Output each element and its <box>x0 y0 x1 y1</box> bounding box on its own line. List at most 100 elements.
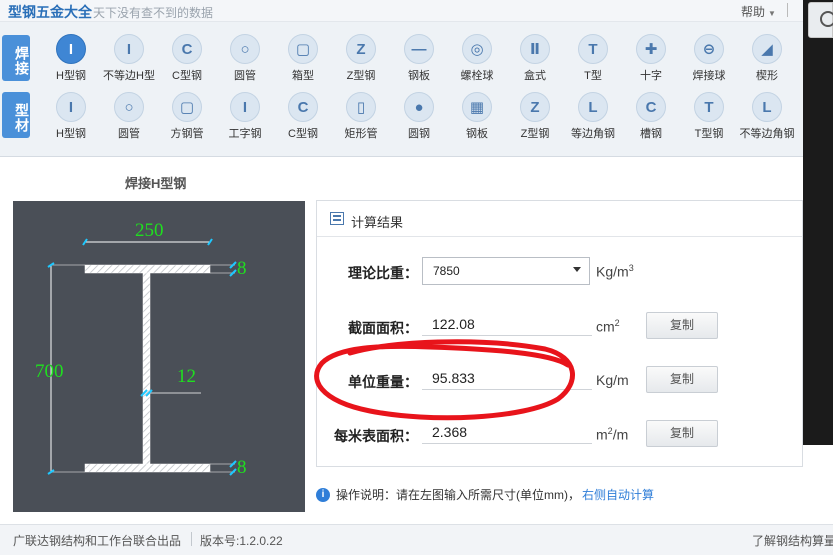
box-section-icon: ▢ <box>288 34 318 64</box>
top-flange-value[interactable]: 8 <box>237 258 247 279</box>
h-beam-icon: I <box>56 92 86 122</box>
welded-tool-4[interactable]: ○ 圆管 <box>216 34 274 84</box>
surface-unit: m2/m <box>596 426 629 443</box>
tool-label: 盒式 <box>524 70 546 82</box>
weight-label: 单位重量： <box>348 374 418 390</box>
profile-tool-13[interactable]: L 不等边角钢 <box>738 92 796 142</box>
version-text: 版本号:1.2.0.22 <box>200 534 283 548</box>
tool-label: 钢板 <box>466 128 488 140</box>
channel-icon: C <box>636 92 666 122</box>
profile-tool-7[interactable]: ● 圆钢 <box>390 92 448 142</box>
profile-tool-3[interactable]: ▢ 方钢管 <box>158 92 216 142</box>
i-beam-icon: I <box>230 92 260 122</box>
tool-label: 螺栓球 <box>460 70 494 82</box>
equal-angle-icon: L <box>578 92 608 122</box>
profile-tool-10[interactable]: L 等边角钢 <box>564 92 622 142</box>
welded-tool-13[interactable]: ◢ 楔形 <box>738 34 796 84</box>
tool-label: Z型钢 <box>520 128 550 140</box>
density-label: 理论比重： <box>348 265 418 281</box>
tool-label: 楔形 <box>756 70 778 82</box>
window-control[interactable] <box>787 3 801 17</box>
bottom-flange <box>84 463 211 473</box>
note-text: 操作说明：请在左图输入所需尺寸(单位mm)， <box>336 488 580 502</box>
welded-tool-5[interactable]: ▢ 箱型 <box>274 34 332 84</box>
square-tube-icon: ▢ <box>172 92 202 122</box>
width-value[interactable]: 250 <box>135 220 164 241</box>
profile-tool-8[interactable]: ▦ 钢板 <box>448 92 506 142</box>
tool-label: 圆钢 <box>408 128 430 140</box>
welded-tool-12[interactable]: ⊖ 焊接球 <box>680 34 738 84</box>
surface-label: 每米表面积： <box>334 428 418 444</box>
density-select-value: 7850 <box>433 264 460 278</box>
box-type-icon: Ⅱ <box>520 34 550 64</box>
welded-tool-9[interactable]: Ⅱ 盒式 <box>506 34 564 84</box>
tool-label: 箱型 <box>292 70 314 82</box>
welded-tool-10[interactable]: T T型 <box>564 34 622 84</box>
section-title: 焊接H型钢 <box>125 176 187 191</box>
app-title: 型钢五金大全 <box>8 4 92 20</box>
copy-weight-button[interactable]: 复制 <box>646 366 718 393</box>
profile-tool-1[interactable]: I H型钢 <box>42 92 100 142</box>
welded-ball-icon: ⊖ <box>694 34 724 64</box>
chevron-down-icon: ▼ <box>768 9 776 18</box>
profile-tool-6[interactable]: ▯ 矩形管 <box>332 92 390 142</box>
welded-tool-3[interactable]: C C型钢 <box>158 34 216 84</box>
info-icon: i <box>316 487 330 502</box>
height-value[interactable]: 700 <box>35 361 64 382</box>
profile-tool-5[interactable]: C C型钢 <box>274 92 332 142</box>
side-panel <box>803 0 833 445</box>
tool-label: T型 <box>584 70 602 82</box>
section-toolbar: 焊接 型材 I H型钢 I 不等边H型 C C型钢 ○ 圆管 ▢ 箱型 Z Z型钢 — 钢板 ◎ 螺栓球 Ⅱ 盒式… <box>0 22 803 157</box>
density-select[interactable]: 7850 <box>422 257 590 285</box>
profile-tool-2[interactable]: ○ 圆管 <box>100 92 158 142</box>
copy-surface-button[interactable]: 复制 <box>646 420 718 447</box>
h-beam-icon: I <box>56 34 86 64</box>
welded-tools-row: I H型钢 I 不等边H型 C C型钢 ○ 圆管 ▢ 箱型 Z Z型钢 — 钢板 ◎ 螺栓球 Ⅱ 盒式 T T型 ✚ 十字… <box>42 34 796 84</box>
tool-label: 焊接球 <box>692 70 726 82</box>
help-menu[interactable]: 帮助 ▼ <box>741 3 776 20</box>
welded-tool-6[interactable]: Z Z型钢 <box>332 34 390 84</box>
surface-value[interactable]: 2.368 <box>422 422 592 444</box>
profile-tool-12[interactable]: T T型钢 <box>680 92 738 142</box>
welded-tool-11[interactable]: ✚ 十字 <box>622 34 680 84</box>
tool-label: H型钢 <box>56 70 86 82</box>
welded-tool-2[interactable]: I 不等边H型 <box>100 34 158 84</box>
profile-tool-11[interactable]: C 槽钢 <box>622 92 680 142</box>
profile-tool-4[interactable]: I 工字钢 <box>216 92 274 142</box>
top-flange <box>84 264 211 274</box>
title-bar: 型钢五金大全 天下没有查不到的数据 帮助 ▼ <box>0 0 833 22</box>
cross-section-icon: ✚ <box>636 34 666 64</box>
result-title: 计算结果 <box>351 215 404 230</box>
status-bar: 广联达钢结构和工作台联合出品 版本号:1.2.0.22 了解钢结构算量 <box>0 524 833 555</box>
area-value[interactable]: 122.08 <box>422 314 592 336</box>
profile-tool-9[interactable]: Z Z型钢 <box>506 92 564 142</box>
side-avatar[interactable] <box>808 2 833 38</box>
company-text: 广联达钢结构和工作台联合出品 <box>13 534 182 548</box>
bottom-flange-value[interactable]: 8 <box>237 457 247 478</box>
tab-welded[interactable]: 焊接 <box>2 35 30 81</box>
rect-tube-icon: ▯ <box>346 92 376 122</box>
unequal-angle-icon: L <box>752 92 782 122</box>
t-beam-icon: T <box>694 92 724 122</box>
wedge-icon: ◢ <box>752 34 782 64</box>
round-bar-icon: ● <box>404 92 434 122</box>
avatar-icon <box>820 11 833 27</box>
web <box>142 272 151 465</box>
tool-label: 钢板 <box>408 70 430 82</box>
weight-unit: Kg/m <box>596 372 629 388</box>
operation-note: i 操作说明：请在左图输入所需尺寸(单位mm)， 右侧自动计算 <box>316 486 654 503</box>
learn-more-link[interactable]: 了解钢结构算量 <box>752 532 833 549</box>
calculator-icon <box>330 212 344 225</box>
welded-tool-1[interactable]: I H型钢 <box>42 34 100 84</box>
h-beam-diagram: 250 700 12 8 8 <box>13 201 305 512</box>
note-link[interactable]: 右侧自动计算 <box>582 486 654 503</box>
welded-tool-7[interactable]: — 钢板 <box>390 34 448 84</box>
welded-tool-8[interactable]: ◎ 螺栓球 <box>448 34 506 84</box>
tab-profiles[interactable]: 型材 <box>2 92 30 138</box>
help-menu-label: 帮助 <box>741 5 766 19</box>
weight-value[interactable]: 95.833 <box>422 368 592 390</box>
web-thickness-value[interactable]: 12 <box>177 366 196 387</box>
round-pipe-icon: ○ <box>230 34 260 64</box>
copy-area-button[interactable]: 复制 <box>646 312 718 339</box>
h-beam-drawing: 250 700 12 8 8 <box>35 220 247 478</box>
